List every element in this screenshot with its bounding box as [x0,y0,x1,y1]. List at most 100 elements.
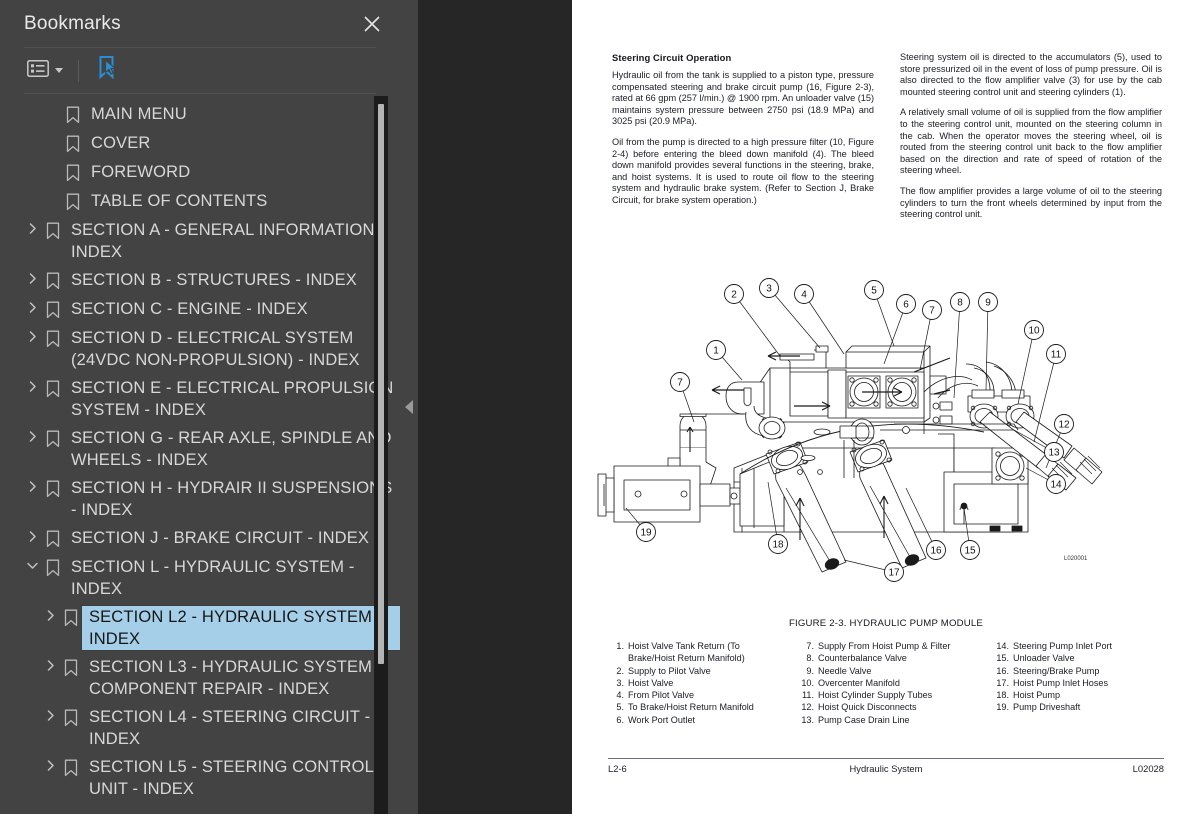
chevron-right-icon[interactable] [44,609,57,627]
bookmark-item[interactable]: SECTION J - BRAKE CIRCUIT - INDEX [0,524,400,553]
legend-number: 12. [801,702,814,713]
bookmark-label: SECTION J - BRAKE CIRCUIT - INDEX [71,529,370,547]
bookmark-item[interactable]: SECTION G - REAR AXLE, SPINDLE AND WHEEL… [0,424,400,474]
legend-item: 4. From Pilot Valve [608,689,788,701]
bookmark-twisty[interactable] [22,220,42,242]
bookmark-item[interactable]: SECTION L4 - STEERING CIRCUIT - INDEX [0,703,400,753]
callout-number: 12 [1058,419,1070,430]
bookmark-item[interactable]: SECTION A - GENERAL INFORMATION - INDEX [0,216,400,266]
legend-text: Steering Pump Inlet Port [1013,641,1113,651]
callout-number: 7 [929,305,935,316]
panel-title: Bookmarks [24,12,121,34]
callout-number: 18 [772,539,784,550]
bookmark-item[interactable]: SECTION L2 - HYDRAULIC SYSTEM - INDEX [0,603,400,653]
bookmark-icon [42,557,64,579]
bookmark-item[interactable]: SECTION B - STRUCTURES - INDEX [0,266,400,295]
chevron-right-icon[interactable] [44,709,57,727]
bookmark-label: SECTION L2 - HYDRAULIC SYSTEM - INDEX [81,605,400,651]
close-icon[interactable] [358,10,386,38]
bookmark-twisty[interactable] [40,707,60,729]
legend-item: 19. Pump Driveshaft [993,701,1163,713]
bookmark-icon [42,478,64,500]
chevron-right-icon[interactable] [26,380,39,398]
bookmark-icon [62,162,84,184]
bookmark-twisty[interactable] [22,478,42,500]
section-heading: Steering Circuit Operation [612,52,732,63]
chevron-right-icon[interactable] [26,430,39,448]
bookmark-options-button[interactable] [24,57,66,85]
bookmark-twisty[interactable] [40,657,60,679]
legend-text: Hoist Valve Tank Return (To Brake/Hoist … [628,641,745,664]
legend-number: 19. [996,702,1009,713]
bookmark-twisty[interactable] [22,528,42,550]
bookmark-icon [62,191,84,213]
chevron-right-icon[interactable] [26,272,39,290]
bookmark-label: SECTION A - GENERAL INFORMATION - INDEX [71,221,385,261]
bookmark-twisty[interactable] [40,757,60,779]
legend-number: 13. [801,714,814,725]
chevron-right-icon[interactable] [26,480,39,498]
chevron-right-icon[interactable] [26,330,39,348]
chevron-down-icon [55,68,63,73]
bookmark-twisty [42,191,62,213]
legend-text: Steering/Brake Pump [1013,665,1100,676]
bookmark-item[interactable]: SECTION D - ELECTRICAL SYSTEM (24VDC NON… [0,324,400,374]
chevron-right-icon[interactable] [26,301,39,319]
bookmark-item[interactable]: SECTION L - HYDRAULIC SYSTEM - INDEX [0,553,400,603]
chevron-right-icon[interactable] [44,759,57,777]
callout-number: 1 [713,345,719,356]
bookmark-twisty[interactable] [22,328,42,350]
legend-text: Hoist Valve [628,677,674,688]
new-bookmark-icon [96,55,120,86]
legend-item: 1. Hoist Valve Tank Return (To Brake/Hois… [608,640,788,665]
document-viewer[interactable]: Steering Circuit Operation Hydraulic oil… [418,0,1200,814]
callout-number: 6 [903,299,909,310]
bookmark-item[interactable]: TABLE OF CONTENTS [0,187,400,216]
bookmark-icon [62,104,84,126]
bookmark-item[interactable]: MAIN MENU [0,100,400,129]
bookmark-item[interactable]: SECTION E - ELECTRICAL PROPULSION SYSTEM… [0,374,400,424]
paragraph: The flow amplifier provides a large volu… [900,185,1162,220]
bookmark-twisty [42,133,62,155]
new-bookmark-button[interactable] [93,55,123,86]
legend-text: From Pilot Valve [628,690,695,701]
bookmark-twisty[interactable] [22,428,42,450]
legend-number: 17. [996,677,1009,688]
panel-splitter[interactable] [400,0,418,814]
legend-item: 16. Steering/Brake Pump [993,665,1163,677]
bookmark-item[interactable]: SECTION C - ENGINE - INDEX [0,295,400,324]
bookmark-icon [60,707,82,729]
bookmark-item[interactable]: SECTION L5 - STEERING CONTROL UNIT - IND… [0,753,400,803]
chevron-right-icon[interactable] [26,530,39,548]
figure-legend: 1. Hoist Valve Tank Return (To Brake/Hois… [608,640,1168,726]
bookmark-scrollbar-thumb[interactable] [378,104,384,664]
bookmark-twisty[interactable] [22,299,42,321]
bookmark-label: SECTION C - ENGINE - INDEX [71,300,308,318]
bookmark-twisty[interactable] [22,378,42,400]
chevron-right-icon[interactable] [44,659,57,677]
bookmark-twisty[interactable] [22,557,42,579]
legend-number: 9. [806,665,814,676]
bookmark-item[interactable]: FOREWORD [0,158,400,187]
bookmark-twisty[interactable] [22,270,42,292]
callout-leader-line [803,293,845,355]
bookmark-twisty [42,162,62,184]
bookmark-icon [60,757,82,779]
legend-text: Hoist Quick Disconnects [818,702,917,713]
legend-text: To Brake/Hoist Return Manifold [628,702,754,713]
chevron-right-icon[interactable] [26,222,39,240]
legend-text: Unloader Valve [1013,653,1075,664]
callout-leader-line [1017,329,1035,405]
bookmark-item[interactable]: SECTION L3 - HYDRAULIC SYSTEM COMPONENT … [0,653,400,703]
toolbar-separator [78,59,79,82]
legend-number: 10. [801,677,814,688]
bookmark-item[interactable]: SECTION H - HYDRAIR II SUSPENSIONS - IND… [0,474,400,524]
legend-item: 7. Supply From Hoist Pump & Filter [798,640,983,652]
legend-item: 11. Hoist Cylinder Supply Tubes [798,689,983,701]
bookmark-twisty[interactable] [40,607,60,629]
legend-text: Hoist Cylinder Supply Tubes [818,690,933,701]
footer-section-title: Hydraulic System [849,763,923,774]
chevron-down-icon[interactable] [26,559,39,577]
collapse-left-icon[interactable] [405,400,413,414]
bookmark-item[interactable]: COVER [0,129,400,158]
